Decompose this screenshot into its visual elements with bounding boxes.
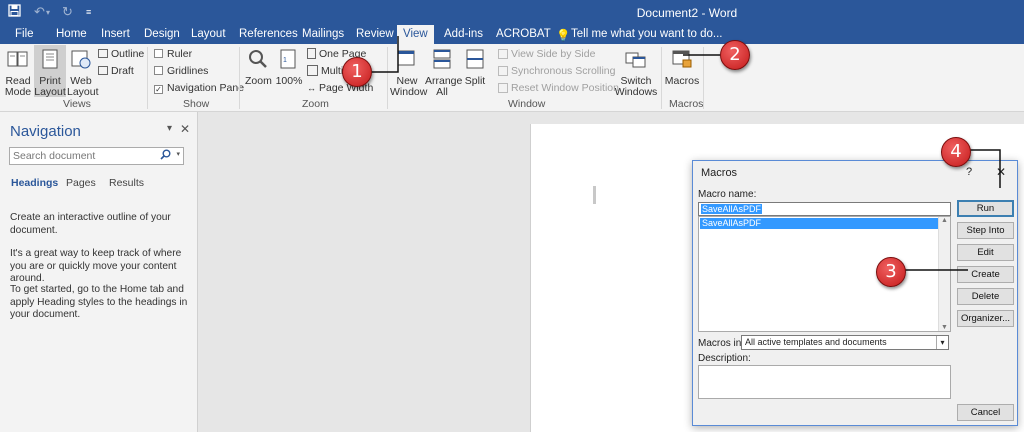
callout-4: 4 [941,137,971,167]
callout-3: 3 [876,257,906,287]
callout-2: 2 [720,40,750,70]
callout-1: 1 [342,57,372,87]
callout-1-line [372,36,399,73]
callout-connectors [372,36,1001,271]
callout-4-line [970,149,1001,188]
